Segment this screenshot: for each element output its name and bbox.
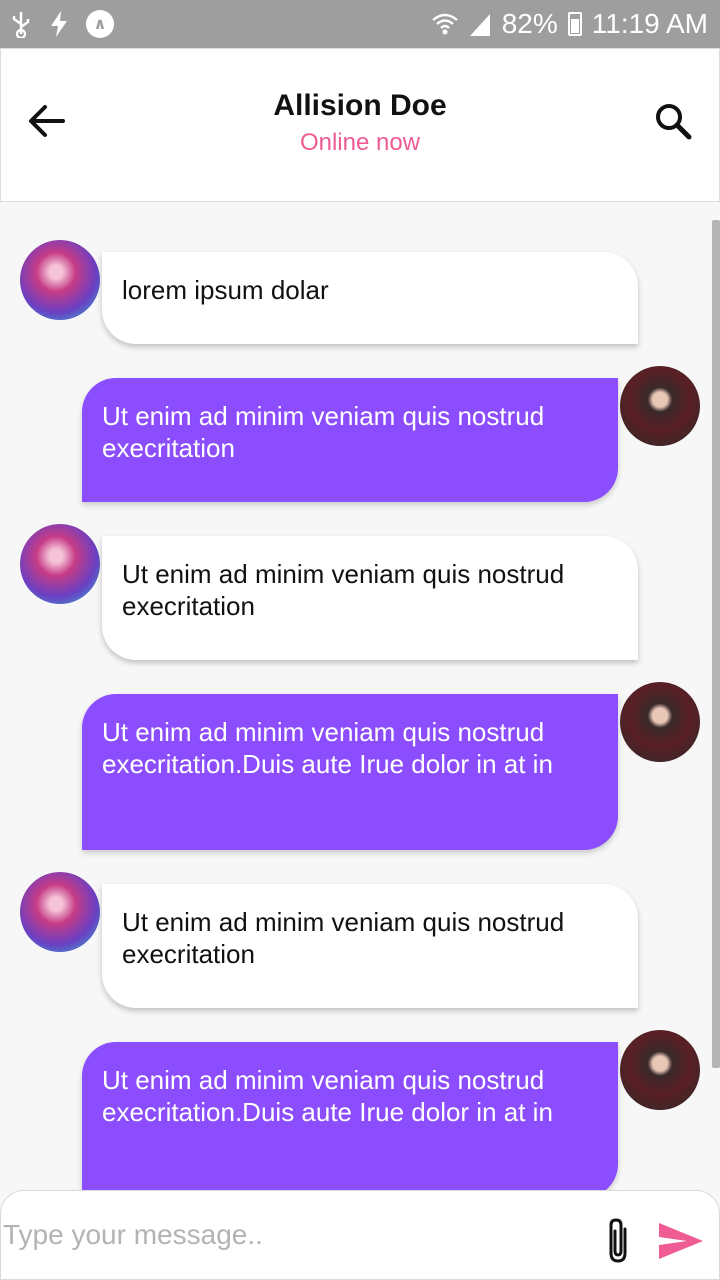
avatar[interactable]: [620, 366, 700, 446]
message-text: Ut enim ad minim veniam quis nostrud exe…: [122, 907, 565, 969]
message-bubble-incoming[interactable]: lorem ipsum dolar: [102, 252, 638, 344]
message-bubble-incoming[interactable]: Ut enim ad minim veniam quis nostrud exe…: [102, 536, 638, 660]
signal-icon: [468, 12, 492, 36]
chat-header: Allision Doe Online now: [0, 48, 720, 202]
paperclip-icon[interactable]: [601, 1217, 637, 1265]
message-composer: [0, 1190, 720, 1280]
status-bar: ∧ 82% 11:19 AM: [0, 0, 720, 48]
avatar[interactable]: [620, 1030, 700, 1110]
message-text: Ut enim ad minim veniam quis nostrud exe…: [102, 717, 553, 779]
message-bubble-outgoing[interactable]: Ut enim ad minim veniam quis nostrud exe…: [82, 378, 618, 502]
avatar[interactable]: [620, 682, 700, 762]
message-text: Ut enim ad minim veniam quis nostrud exe…: [102, 1065, 553, 1127]
app-icon: ∧: [86, 10, 114, 38]
message-text: lorem ipsum dolar: [122, 275, 329, 305]
send-icon[interactable]: [657, 1221, 705, 1261]
message-bubble-outgoing[interactable]: Ut enim ad minim veniam quis nostrud exe…: [82, 694, 618, 850]
message-text: Ut enim ad minim veniam quis nostrud exe…: [122, 559, 565, 621]
contact-name: Allision Doe: [273, 89, 447, 122]
scrollbar[interactable]: [712, 220, 720, 1068]
message-bubble-incoming[interactable]: Ut enim ad minim veniam quis nostrud exe…: [102, 884, 638, 1008]
avatar[interactable]: [20, 240, 100, 320]
battery-icon: [567, 12, 582, 36]
avatar[interactable]: [20, 524, 100, 604]
avatar[interactable]: [20, 872, 100, 952]
message-bubble-outgoing[interactable]: Ut enim ad minim veniam quis nostrud exe…: [82, 1042, 618, 1198]
search-icon[interactable]: [653, 101, 693, 141]
battery-percent: 82%: [501, 8, 558, 39]
message-text: Ut enim ad minim veniam quis nostrud exe…: [102, 401, 545, 463]
online-status: Online now: [299, 129, 421, 156]
message-input[interactable]: [3, 1219, 563, 1251]
clock-time: 11:19 AM: [591, 8, 708, 39]
usb-icon: [10, 10, 32, 38]
wifi-icon: [431, 12, 458, 36]
charging-icon: [48, 10, 70, 38]
contact-info: Allision Doe Online now: [1, 89, 719, 157]
